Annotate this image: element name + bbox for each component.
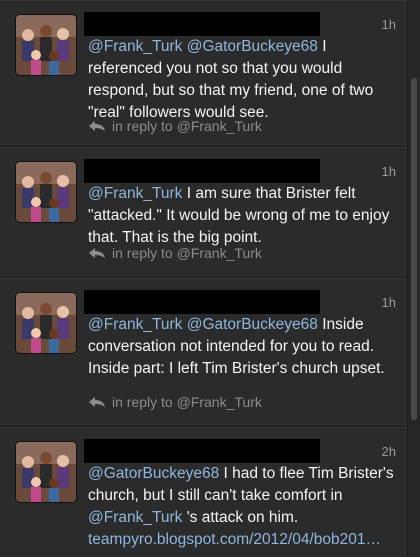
tweet-text: @Frank_Turk @GatorBuckeye68 I referenced… — [88, 36, 404, 124]
tweet-timestamp: 1h — [381, 295, 396, 310]
in-reply-to-text: in reply to @Frank_Turk — [112, 394, 262, 410]
tweet-timestamp: 2h — [381, 444, 396, 459]
mention-link[interactable]: @Frank_Turk — [88, 185, 182, 202]
avatar-photo — [16, 293, 76, 353]
in-reply-to-text: in reply to @Frank_Turk — [112, 118, 262, 134]
mention-link[interactable]: @Frank_Turk — [88, 316, 182, 333]
mention-link[interactable]: @GatorBuckeye68 — [187, 38, 318, 55]
reply-arrow-icon — [89, 121, 105, 131]
avatar-photo — [16, 442, 76, 502]
tweet-text: @GatorBuckeye68 I had to flee Tim Briste… — [88, 463, 404, 551]
tweet-item[interactable]: 2h @GatorBuckeye68 I had to flee Tim Bri… — [0, 427, 408, 557]
in-reply-to-link[interactable]: in reply to @Frank_Turk — [88, 394, 262, 410]
url-link[interactable]: teampyro.blogspot.com/2012/04/bob201… — [88, 531, 381, 548]
tweet-timestamp: 1h — [381, 164, 396, 179]
redacted-name-bar — [84, 439, 320, 463]
scrollbar-thumb[interactable] — [411, 78, 417, 420]
redacted-name-bar — [84, 159, 320, 183]
reply-arrow-icon — [89, 248, 105, 258]
tweet-item[interactable]: 1h @Frank_Turk @GatorBuckeye68 Inside co… — [0, 278, 408, 427]
avatar[interactable] — [16, 293, 76, 353]
tweet-item[interactable]: 1h @Frank_Turk I am sure that Brister fe… — [0, 147, 408, 278]
in-reply-to-link[interactable]: in reply to @Frank_Turk — [88, 245, 262, 261]
avatar-photo — [16, 162, 76, 222]
mention-link[interactable]: @GatorBuckeye68 — [187, 316, 318, 333]
tweet-item[interactable]: 1h @Frank_Turk @GatorBuckeye68 I referen… — [0, 0, 408, 147]
mention-link[interactable]: @Frank_Turk — [88, 509, 182, 526]
avatar-photo — [16, 15, 76, 75]
tweet-text-content: 's attack on him. — [182, 509, 299, 526]
tweet-text: @Frank_Turk @GatorBuckeye68 Inside conve… — [88, 314, 404, 380]
in-reply-to-link[interactable]: in reply to @Frank_Turk — [88, 118, 262, 134]
avatar[interactable] — [16, 162, 76, 222]
avatar[interactable] — [16, 15, 76, 75]
avatar[interactable] — [16, 442, 76, 502]
scrollbar[interactable] — [407, 0, 420, 557]
tweet-timestamp: 1h — [381, 17, 396, 32]
reply-arrow-icon — [89, 397, 105, 407]
tweet-text: @Frank_Turk I am sure that Brister felt … — [88, 183, 404, 249]
tweet-timeline: 1h @Frank_Turk @GatorBuckeye68 I referen… — [0, 0, 408, 557]
mention-link[interactable]: @GatorBuckeye68 — [88, 465, 219, 482]
redacted-name-bar — [84, 12, 320, 36]
in-reply-to-text: in reply to @Frank_Turk — [112, 245, 262, 261]
redacted-name-bar — [84, 290, 320, 314]
mention-link[interactable]: @Frank_Turk — [88, 38, 182, 55]
